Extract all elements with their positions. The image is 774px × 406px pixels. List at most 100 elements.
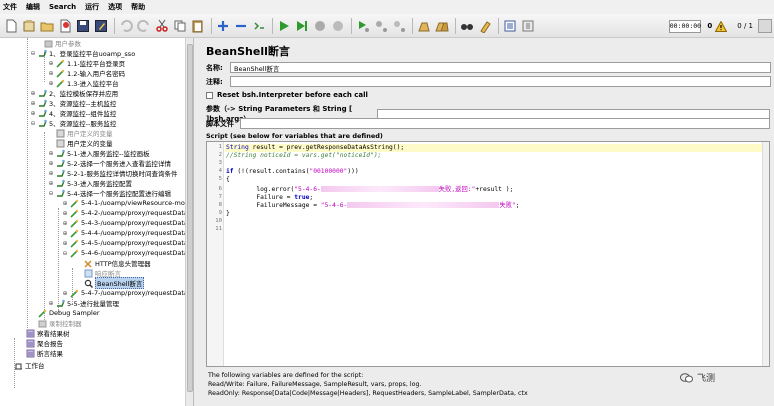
tree-node[interactable]: BeanShell断言 (76, 277, 145, 289)
tree-node[interactable]: ⊖ 1、登录监控平台uoamp_sso (30, 48, 135, 58)
tree-toggle-icon[interactable]: ⊕ (48, 170, 54, 177)
toggle-icon[interactable] (251, 18, 267, 34)
tree-node[interactable]: 用户参数 (36, 38, 81, 48)
new-icon[interactable] (3, 18, 19, 34)
tree-node[interactable]: ⊕ 2、监控模板保存并应用 (30, 88, 118, 98)
tree-node[interactable]: ⊕ 3、资源监控--主机监控 (30, 98, 116, 108)
line-number: 9 (218, 210, 222, 216)
start-icon[interactable] (276, 18, 292, 34)
tree-toggle-icon[interactable]: ⊖ (30, 50, 36, 57)
tree-toggle-icon[interactable]: ⊕ (48, 180, 54, 187)
tree-toggle-icon[interactable]: ⊕ (62, 290, 68, 297)
tree-node[interactable]: 断言结果 (18, 348, 63, 358)
paste-icon[interactable] (190, 18, 206, 34)
tree-toggle-icon[interactable]: ⊕ (62, 240, 68, 247)
tree-toggle-icon[interactable]: ⊕ (62, 230, 68, 237)
script-file-field[interactable] (240, 118, 770, 129)
tree-scrollbar-thumb[interactable] (187, 44, 193, 392)
menu-search[interactable]: Search (49, 3, 76, 11)
remote-start-icon[interactable] (355, 18, 371, 34)
search-icon[interactable] (459, 18, 475, 34)
tree-toggle-icon[interactable]: ⊖ (62, 250, 68, 257)
close-icon[interactable] (57, 18, 73, 34)
shutdown-icon[interactable] (330, 18, 346, 34)
warning-icon[interactable] (715, 20, 728, 32)
running-indicator (758, 19, 772, 33)
test-plan-tree[interactable]: 用户参数 ⊖ 1、登录监控平台uoamp_sso ⊕ 1.1-监控平台登录页 ⊕ 1.2-输… (0, 38, 194, 406)
undo-icon[interactable] (118, 18, 134, 34)
reset-interpreter-checkbox[interactable] (206, 91, 213, 99)
tree-node[interactable]: 用户定义的变量 (48, 128, 113, 138)
stop-icon[interactable] (312, 18, 328, 34)
tree-node[interactable]: HTTP信息头管理器 (76, 258, 151, 268)
menu-file[interactable]: 文件 (3, 2, 17, 12)
tree-toggle-icon[interactable]: ⊕ (48, 80, 54, 87)
tree-node[interactable]: ⊕ 5-2-1-服务监控详情切换时间查询条件 (48, 168, 177, 178)
tree-scrollbar[interactable] (185, 38, 193, 406)
tree-node-label: 1.1-监控平台登录页 (67, 60, 126, 68)
name-field[interactable]: BeanShell断言 (230, 62, 771, 73)
tree-node[interactable]: 聚合报告 (18, 338, 63, 348)
save-icon[interactable] (75, 18, 91, 34)
tree-toggle-icon[interactable]: ⊕ (48, 160, 54, 167)
tree-toggle-icon[interactable]: ⊖ (48, 190, 54, 197)
tree-node[interactable]: ⊕ 1.1-监控平台登录页 (48, 58, 125, 68)
tree-toggle-icon[interactable]: ⊕ (62, 200, 68, 207)
tree-node[interactable]: ⊕ 5-5-进行批量管理 (48, 298, 119, 308)
tree-node[interactable]: Debug Sampler (30, 308, 100, 318)
tree-node[interactable]: ⊕ 5-4-2-/uoamp/proxy/requestData.do- (62, 208, 193, 218)
tree-node[interactable]: 察看结果树 (18, 328, 70, 338)
tree-node[interactable]: ⊕ 5-2-选择一个服务进入查看监控详情 (48, 158, 171, 168)
tree-toggle-icon[interactable]: ⊕ (48, 60, 54, 67)
tree-toggle-icon[interactable]: ⊕ (30, 90, 36, 97)
tree-toggle-icon[interactable]: ⊕ (30, 100, 36, 107)
help-icon[interactable] (520, 18, 536, 34)
collapse-icon[interactable] (233, 18, 249, 34)
tree-node[interactable]: ⊖ 5-4-6-/uoamp/proxy/requestData.do- (62, 248, 193, 258)
clear-icon[interactable] (416, 18, 432, 34)
tree-node[interactable]: ⊕ 5-4-1-/uoamp/viewResource-monitor (62, 198, 193, 208)
beanshell-assertion-icon (84, 279, 93, 288)
tree-node[interactable]: ⊕ 5-4-4-/uoamp/proxy/requestData.do- (62, 228, 193, 238)
tree-node[interactable]: ⊕ 5-4-5-/uoamp/proxy/requestData.do- (62, 238, 193, 248)
menu-help[interactable]: 帮助 (131, 2, 145, 12)
tree-node[interactable]: 录制控制器 (30, 318, 82, 328)
tree-node[interactable]: ⊕ 5-4-3-/uoamp/proxy/requestData.do- (62, 218, 193, 228)
tree-toggle-icon[interactable]: ⊕ (62, 210, 68, 217)
tree-node[interactable]: ⊖ 5-4-选择一个服务监控配置进行编辑 (48, 188, 171, 198)
tree-toggle-icon[interactable]: ⊕ (48, 300, 54, 307)
tree-node[interactable]: ⊕ 5-4-7-/uoamp/proxy/requestData.do- (62, 288, 193, 298)
tree-toggle-icon[interactable]: ⊖ (30, 120, 36, 127)
cut-icon[interactable] (154, 18, 170, 34)
open-icon[interactable] (39, 18, 55, 34)
editor-scrollbar[interactable] (762, 142, 769, 366)
tree-toggle-icon[interactable]: ⊕ (30, 110, 36, 117)
comment-field[interactable] (230, 76, 771, 87)
templates-icon[interactable] (21, 18, 37, 34)
tree-toggle-icon[interactable]: ⊕ (62, 220, 68, 227)
tree-toggle-icon[interactable]: ⊕ (48, 150, 54, 157)
menu-edit[interactable]: 编辑 (26, 2, 40, 12)
remote-shutdown-icon[interactable] (391, 18, 407, 34)
save-as-icon[interactable] (93, 18, 109, 34)
tree-node[interactable]: 工作台 (6, 360, 45, 370)
copy-icon[interactable] (172, 18, 188, 34)
tree-node[interactable]: ⊕ 5-1-进入服务监控--监控画板 (48, 148, 150, 158)
tree-node[interactable]: ⊕ 1.3-进入监控平台 (48, 78, 119, 88)
function-helper-icon[interactable] (502, 18, 518, 34)
start-no-pause-icon[interactable] (294, 18, 310, 34)
reset-search-icon[interactable] (477, 18, 493, 34)
remote-stop-icon[interactable] (373, 18, 389, 34)
expand-icon[interactable] (215, 18, 231, 34)
tree-node[interactable]: ⊖ 5、资源监控--服务监控 (30, 118, 116, 128)
tree-toggle-icon[interactable]: ⊕ (48, 70, 54, 77)
tree-node[interactable]: ⊕ 1.2-输入用户名密码 (48, 68, 125, 78)
clear-all-icon[interactable] (434, 18, 450, 34)
menu-run[interactable]: 运行 (85, 2, 99, 12)
redo-icon[interactable] (136, 18, 152, 34)
tree-node[interactable]: ⊕ 4、资源监控--组件监控 (30, 108, 116, 118)
menu-options[interactable]: 选项 (108, 2, 122, 12)
script-editor[interactable]: 1 2 3 4 5 6 7 8 9 10 11 String result = prev.getRe… (206, 141, 770, 367)
tree-node[interactable]: 用户定义的变量 (48, 138, 113, 148)
tree-node[interactable]: ⊕ 5-3-进入服务监控配置 (48, 178, 132, 188)
